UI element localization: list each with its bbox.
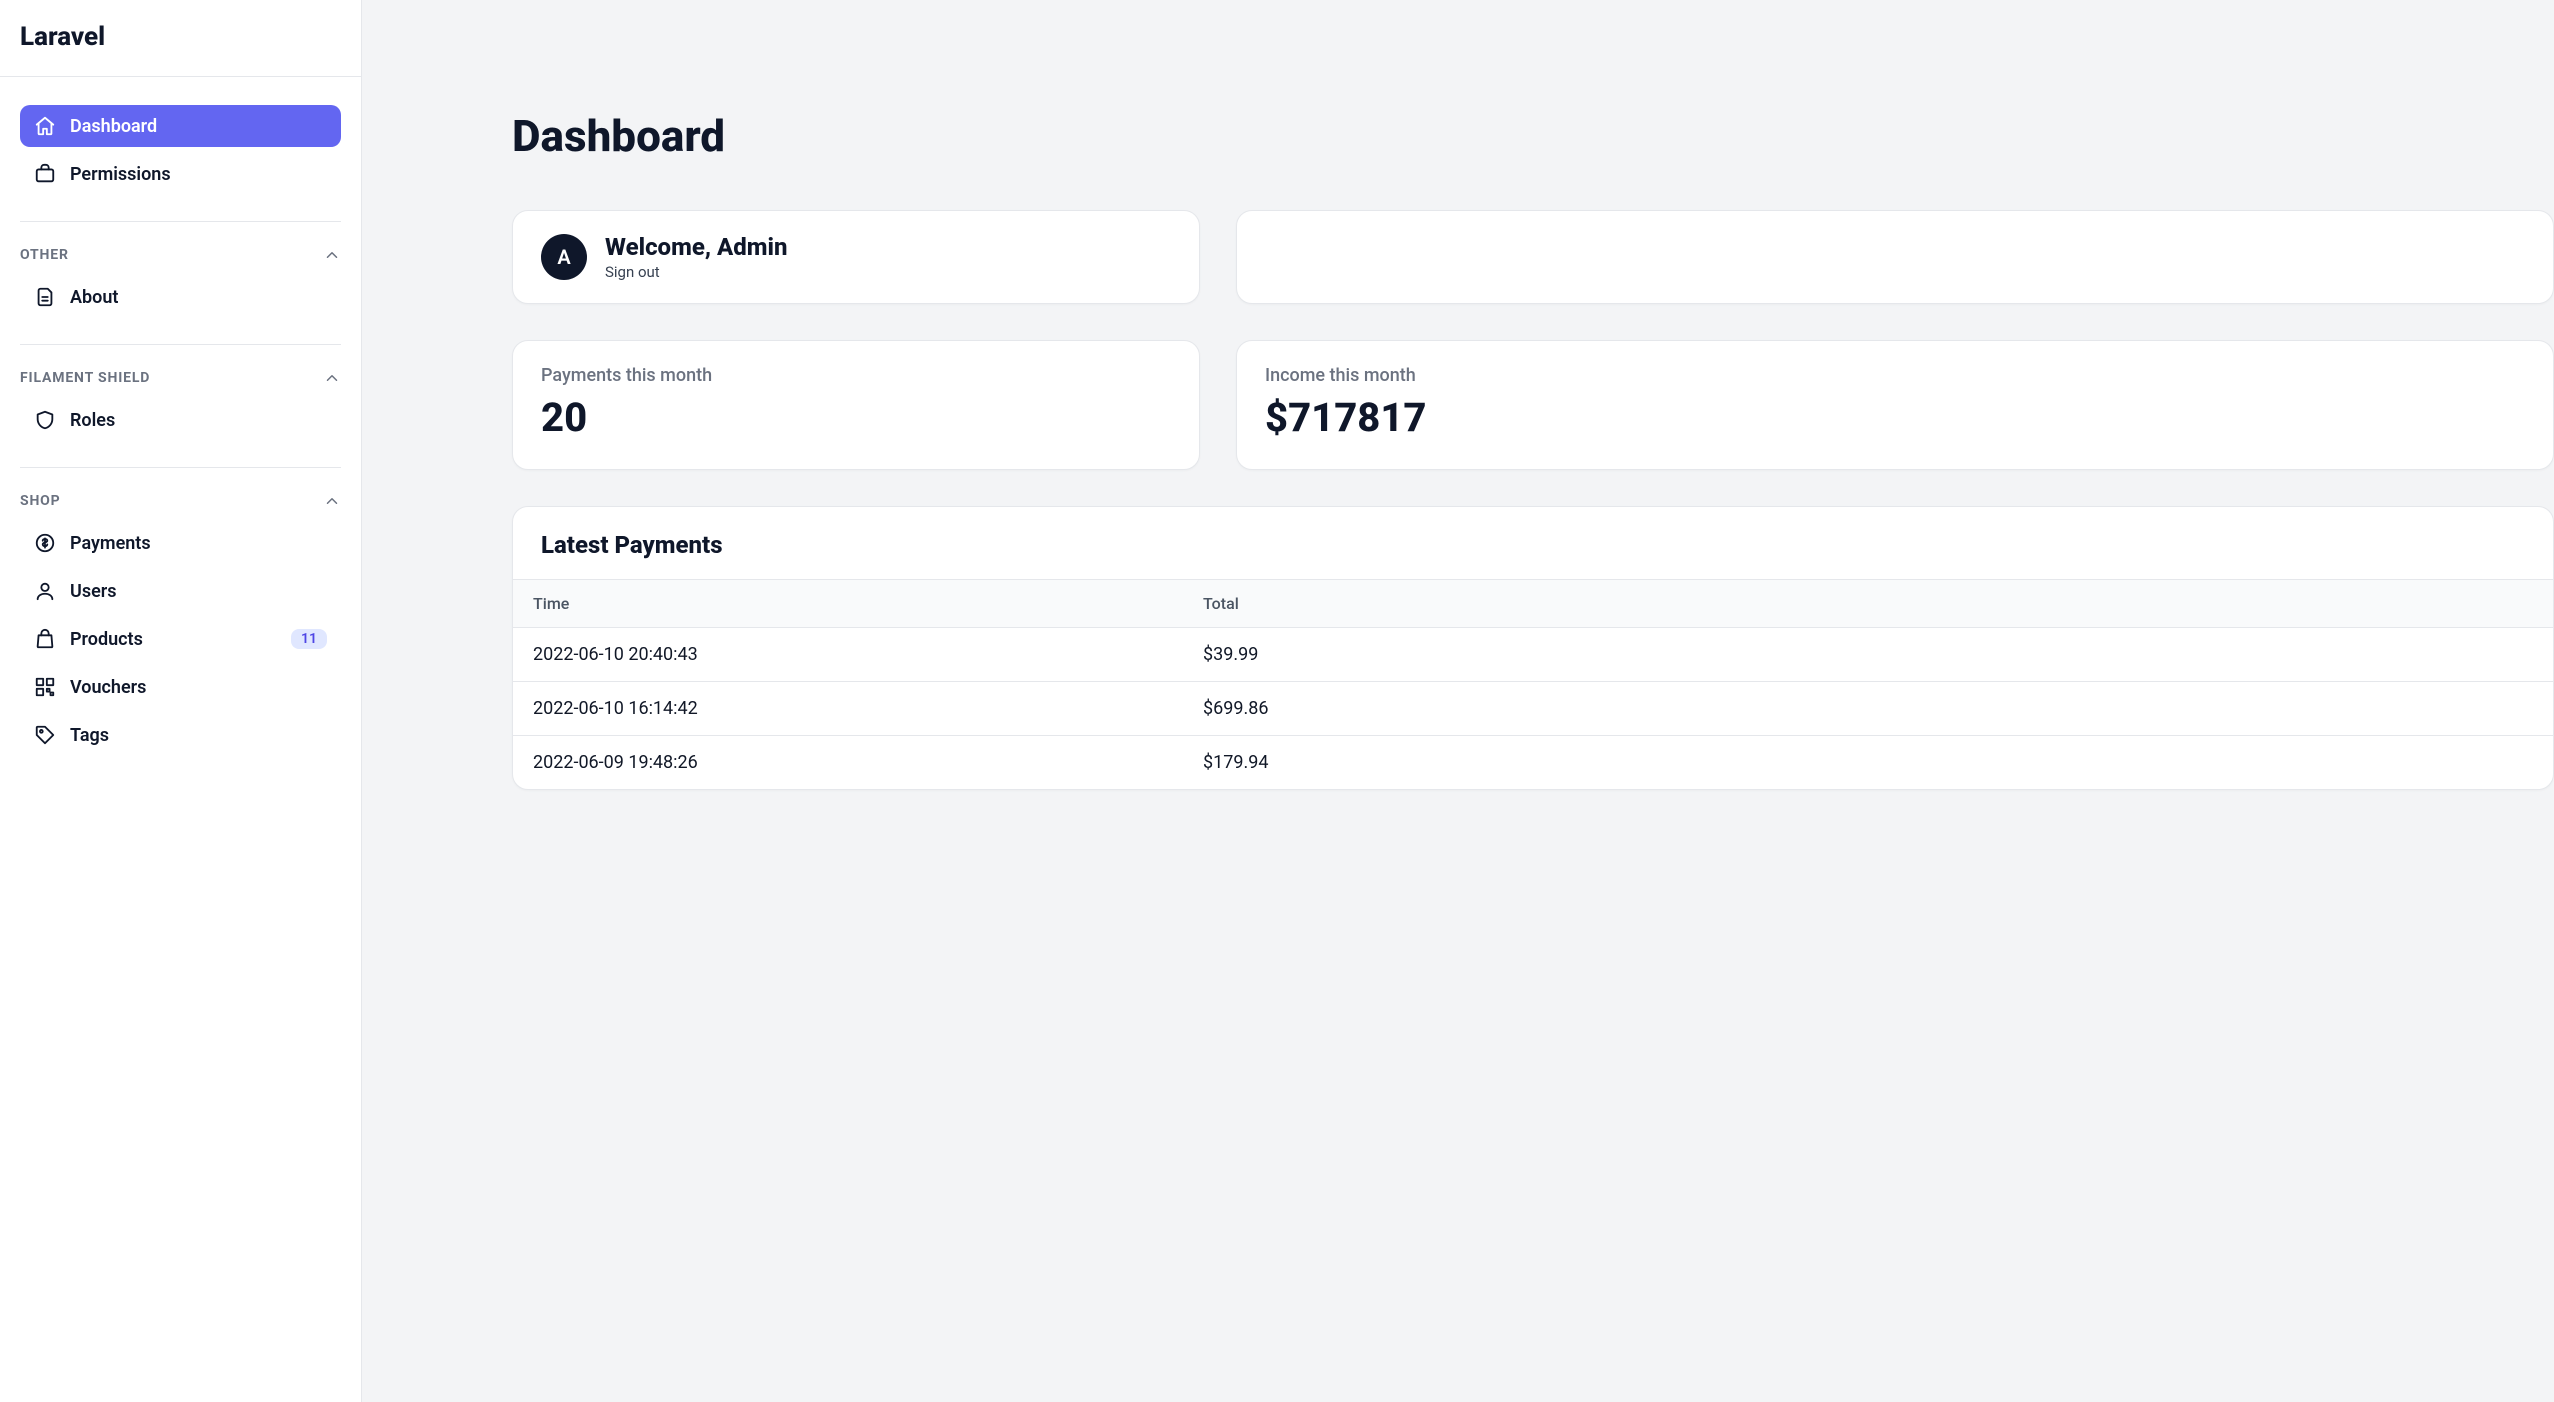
stat-label: Payments this month — [541, 365, 1171, 386]
sidebar-item-roles[interactable]: Roles — [20, 399, 341, 441]
sidebar-item-label: Dashboard — [70, 116, 327, 137]
table-row[interactable]: 2022-06-09 19:48:26 $179.94 — [513, 735, 2553, 789]
sidebar-item-label: Tags — [70, 725, 327, 746]
table-row[interactable]: 2022-06-10 20:40:43 $39.99 — [513, 627, 2553, 681]
stat-card-payments: Payments this month 20 — [512, 340, 1200, 470]
cell-total: $699.86 — [1183, 682, 2553, 735]
tag-icon — [34, 724, 56, 746]
cell-time: 2022-06-10 20:40:43 — [513, 628, 1183, 681]
sidebar-item-vouchers[interactable]: Vouchers — [20, 666, 341, 708]
cell-time: 2022-06-09 19:48:26 — [513, 736, 1183, 789]
latest-payments-card: Latest Payments Time Total 2022-06-10 20… — [512, 506, 2554, 790]
sidebar-item-label: Vouchers — [70, 677, 327, 698]
sidebar-item-payments[interactable]: Payments — [20, 522, 341, 564]
stats-row: Payments this month 20 Income this month… — [512, 340, 2554, 470]
welcome-greeting: Welcome, Admin — [605, 233, 787, 261]
document-icon — [34, 286, 56, 308]
group-header-filament-shield[interactable]: FILAMENT SHIELD — [20, 369, 341, 399]
group-header-other[interactable]: OTHER — [20, 246, 341, 276]
cell-time: 2022-06-10 16:14:42 — [513, 682, 1183, 735]
page-title: Dashboard — [512, 110, 2554, 162]
products-badge: 11 — [291, 629, 327, 649]
main-content: Dashboard A Welcome, Admin Sign out Paym… — [362, 0, 2554, 1402]
chevron-up-icon[interactable] — [323, 246, 341, 264]
table-header: Time Total — [513, 579, 2553, 627]
divider — [20, 344, 341, 345]
sidebar-top-group: Dashboard Permissions OTHER About — [6, 105, 355, 756]
sidebar-item-about[interactable]: About — [20, 276, 341, 318]
sidebar-item-dashboard[interactable]: Dashboard — [20, 105, 341, 147]
table-row[interactable]: 2022-06-10 16:14:42 $699.86 — [513, 681, 2553, 735]
column-header-time: Time — [513, 580, 1183, 627]
sidebar-item-permissions[interactable]: Permissions — [20, 153, 341, 195]
group-title: SHOP — [20, 493, 61, 509]
welcome-card: A Welcome, Admin Sign out — [512, 210, 1200, 304]
sidebar: Laravel Dashboard Permissions OTHER — [0, 0, 362, 1402]
cell-total: $39.99 — [1183, 628, 2553, 681]
sidebar-item-tags[interactable]: Tags — [20, 714, 341, 756]
stat-label: Income this month — [1265, 365, 2525, 386]
home-icon — [34, 115, 56, 137]
shield-icon — [34, 409, 56, 431]
group-title: FILAMENT SHIELD — [20, 370, 150, 386]
currency-dollar-icon — [34, 532, 56, 554]
sign-out-link[interactable]: Sign out — [605, 263, 787, 281]
latest-payments-title: Latest Payments — [513, 507, 2553, 579]
sidebar-item-users[interactable]: Users — [20, 570, 341, 612]
sidebar-item-label: Users — [70, 581, 327, 602]
sidebar-item-label: Products — [70, 629, 277, 650]
sidebar-item-products[interactable]: Products 11 — [20, 618, 341, 660]
column-header-total: Total — [1183, 580, 2553, 627]
brand-title: Laravel — [0, 0, 361, 77]
group-header-shop[interactable]: SHOP — [20, 492, 341, 522]
stat-value: 20 — [541, 394, 1171, 441]
divider — [20, 221, 341, 222]
cell-total: $179.94 — [1183, 736, 2553, 789]
sidebar-item-label: Payments — [70, 533, 327, 554]
sidebar-item-label: About — [70, 287, 327, 308]
sidebar-item-label: Roles — [70, 410, 327, 431]
briefcase-icon — [34, 163, 56, 185]
bag-icon — [34, 628, 56, 650]
sidebar-nav: Dashboard Permissions OTHER About — [0, 77, 361, 762]
avatar: A — [541, 234, 587, 280]
chevron-up-icon[interactable] — [323, 369, 341, 387]
sidebar-item-label: Permissions — [70, 164, 327, 185]
secondary-card — [1236, 210, 2554, 304]
chevron-up-icon[interactable] — [323, 492, 341, 510]
group-title: OTHER — [20, 247, 69, 263]
stat-card-income: Income this month $717817 — [1236, 340, 2554, 470]
welcome-row: A Welcome, Admin Sign out — [512, 210, 2554, 304]
user-icon — [34, 580, 56, 602]
divider — [20, 467, 341, 468]
qrcode-icon — [34, 676, 56, 698]
stat-value: $717817 — [1265, 394, 2525, 441]
